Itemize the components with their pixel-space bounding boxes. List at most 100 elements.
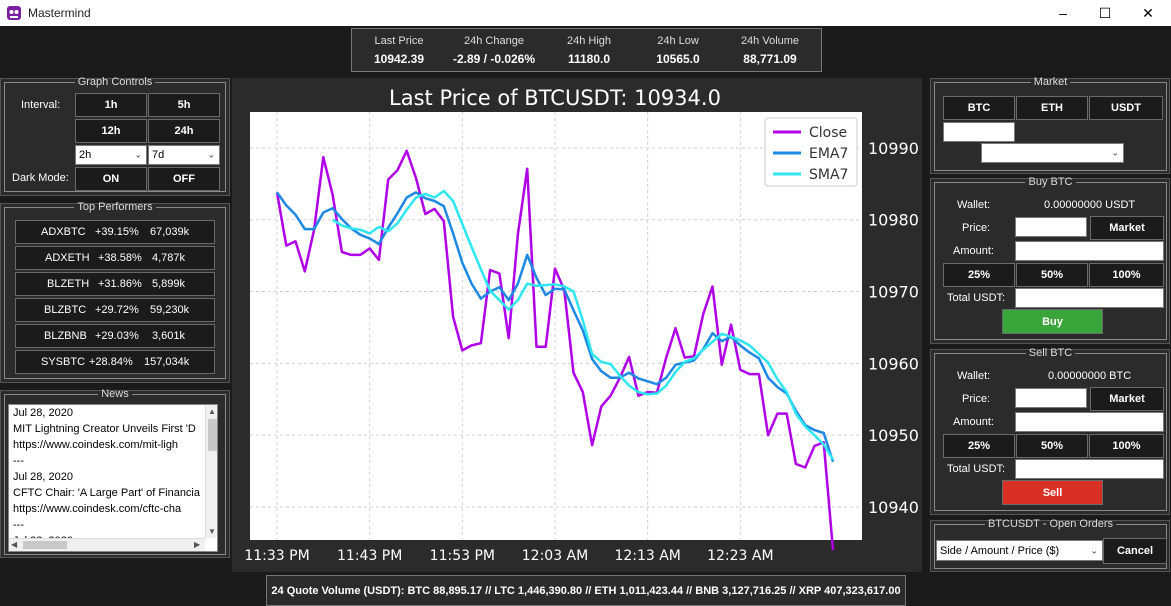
market-search-input[interactable] (943, 122, 1015, 142)
market-title: Market (1033, 76, 1068, 88)
performer-row[interactable]: ADXETH +38.58% 4,787k (15, 246, 215, 270)
close-button[interactable]: ✕ (1125, 0, 1171, 26)
news-date: Jul 28, 2020 (13, 407, 73, 419)
news-vscrollbar[interactable]: ▲ ▼ (205, 405, 217, 538)
window-title: Mastermind (28, 6, 91, 20)
market-pair-select[interactable]: ⌄ (981, 143, 1124, 163)
news-hscrollbar[interactable]: ◀ ▶ (9, 538, 205, 551)
news-link[interactable]: https://www.coindesk.com/mit-ligh (13, 439, 178, 451)
market-tab-btc[interactable]: BTC (943, 96, 1015, 120)
x-axis-ticks: 11:33 PM 11:43 PM 11:53 PM 12:03 AM 12:13 AM… (244, 548, 773, 564)
news-date: Jul 28, 2020 (13, 471, 73, 483)
y-tick-label: 10950 (868, 426, 919, 445)
y-axis-ticks: 10940 10950 10960 10970 10980 10990 (868, 139, 919, 517)
news-headline[interactable]: MIT Lightning Creator Unveils First 'D (13, 423, 196, 435)
market-tab-usdt[interactable]: USDT (1089, 96, 1163, 120)
buy-amount-label: Amount: (953, 245, 994, 257)
price-chart[interactable]: Last Price of BTCUSDT: 10934.0 10940 1095… (232, 78, 922, 572)
stat-24h-change: 24h Change -2.89 / -0.026% (452, 35, 536, 66)
legend-label: Close (809, 125, 847, 141)
dark-mode-on-button[interactable]: ON (75, 167, 147, 191)
buy-market-button[interactable]: Market (1090, 216, 1164, 240)
sell-market-button[interactable]: Market (1090, 387, 1164, 411)
sell-price-input[interactable] (1015, 388, 1087, 408)
buy-total-label: Total USDT: (947, 292, 1006, 304)
news-title: News (101, 388, 129, 400)
news-hscroll-thumb[interactable] (23, 541, 67, 549)
y-tick-label: 10940 (868, 498, 919, 517)
sell-wallet-balance: 0.00000000 BTC (1048, 370, 1132, 382)
dark-mode-label: Dark Mode: (12, 172, 69, 184)
top-performers-panel: Top Performers ADXBTC +39.15% 67,039k ADXE… (0, 202, 230, 383)
x-tick-label: 12:13 AM (614, 548, 680, 564)
interval-12h-button[interactable]: 12h (75, 119, 147, 143)
sell-price-label: Price: (962, 393, 991, 405)
scroll-up-icon[interactable]: ▲ (208, 407, 216, 416)
open-orders-select[interactable]: Side / Amount / Price ($) ⌄ (936, 540, 1103, 561)
interval-1h-button[interactable]: 1h (75, 93, 147, 117)
performer-row[interactable]: BLZETH +31.86% 5,899k (15, 272, 215, 296)
sell-50-percent-button[interactable]: 50% (1016, 434, 1088, 458)
ticker-stats-bar: Last Price 10942.39 24h Change -2.89 / -0.… (351, 28, 822, 72)
open-orders-title: BTCUSDT - Open Orders (987, 518, 1114, 530)
x-tick-label: 12:23 AM (707, 548, 773, 564)
news-separator: --- (13, 519, 24, 531)
buy-50-percent-button[interactable]: 50% (1016, 263, 1088, 287)
performer-row[interactable]: BLZBNB +29.03% 3,601k (15, 324, 215, 348)
performer-row[interactable]: ADXBTC +39.15% 67,039k (15, 220, 215, 244)
chevron-down-icon: ⌄ (134, 149, 142, 160)
chart-title: Last Price of BTCUSDT: 10934.0 (389, 86, 721, 110)
maximize-button[interactable]: ☐ (1082, 0, 1128, 26)
news-separator: --- (13, 455, 24, 467)
range-select[interactable]: 7d ⌄ (148, 145, 220, 165)
buy-wallet-balance: 0.00000000 USDT (1044, 199, 1136, 211)
x-tick-label: 11:43 PM (337, 548, 402, 564)
buy-price-input[interactable] (1015, 217, 1087, 237)
market-tab-eth[interactable]: ETH (1016, 96, 1088, 120)
scroll-down-icon[interactable]: ▼ (208, 527, 216, 536)
legend-label: EMA7 (809, 146, 848, 162)
chevron-down-icon: ⌄ (1111, 147, 1119, 158)
interval-label: Interval: (21, 99, 61, 111)
performer-row[interactable]: SYSBTC +28.84% 157,034k (15, 350, 215, 374)
scroll-left-icon[interactable]: ◀ (11, 540, 17, 549)
sell-wallet-label: Wallet: (957, 370, 991, 382)
news-link[interactable]: https://www.coindesk.com/cftc-cha (13, 503, 181, 515)
buy-25-percent-button[interactable]: 25% (943, 263, 1015, 287)
news-headline[interactable]: CFTC Chair: 'A Large Part' of Financia (13, 487, 200, 499)
performer-row[interactable]: BLZBTC +29.72% 59,230k (15, 298, 215, 322)
sell-button[interactable]: Sell (1002, 480, 1103, 505)
sell-title: Sell BTC (1028, 347, 1073, 359)
chevron-down-icon: ⌄ (1090, 545, 1098, 555)
buy-panel: Buy BTC Wallet: 0.00000000 USDT Price: M… (930, 177, 1170, 344)
sell-100-percent-button[interactable]: 100% (1089, 434, 1164, 458)
sell-panel: Sell BTC Wallet: 0.00000000 BTC Price: M… (930, 347, 1170, 515)
x-tick-label: 11:33 PM (244, 548, 309, 564)
scroll-right-icon[interactable]: ▶ (194, 540, 200, 549)
candle-interval-select[interactable]: 2h ⌄ (75, 145, 147, 165)
minimize-button[interactable]: – (1040, 0, 1086, 26)
sell-total-input[interactable] (1015, 459, 1164, 479)
sell-amount-input[interactable] (1015, 412, 1164, 432)
y-tick-label: 10980 (868, 211, 919, 230)
graph-controls-panel: Graph Controls Interval: 1h 5h 12h 24h 2… (0, 77, 230, 196)
news-list[interactable]: Jul 28, 2020 MIT Lightning Creator Unvei… (8, 404, 218, 552)
buy-price-label: Price: (962, 222, 991, 234)
quote-volume-footer: 24 Quote Volume (USDT): BTC 88,895.17 //… (266, 575, 906, 606)
buy-button[interactable]: Buy (1002, 309, 1103, 334)
interval-24h-button[interactable]: 24h (148, 119, 220, 143)
y-tick-label: 10990 (868, 139, 919, 158)
buy-100-percent-button[interactable]: 100% (1089, 263, 1164, 287)
dark-mode-off-button[interactable]: OFF (148, 167, 220, 191)
x-tick-label: 11:53 PM (430, 548, 495, 564)
buy-total-input[interactable] (1015, 288, 1164, 308)
y-tick-label: 10970 (868, 283, 919, 302)
sell-25-percent-button[interactable]: 25% (943, 434, 1015, 458)
x-tick-label: 12:03 AM (522, 548, 588, 564)
news-vscroll-thumb[interactable] (208, 419, 217, 451)
cancel-order-button[interactable]: Cancel (1103, 538, 1167, 564)
price-chart-panel: Last Price of BTCUSDT: 10934.0 10940 1095… (232, 78, 922, 572)
buy-amount-input[interactable] (1015, 241, 1164, 261)
interval-5h-button[interactable]: 5h (148, 93, 220, 117)
app-logo-icon (7, 6, 21, 20)
